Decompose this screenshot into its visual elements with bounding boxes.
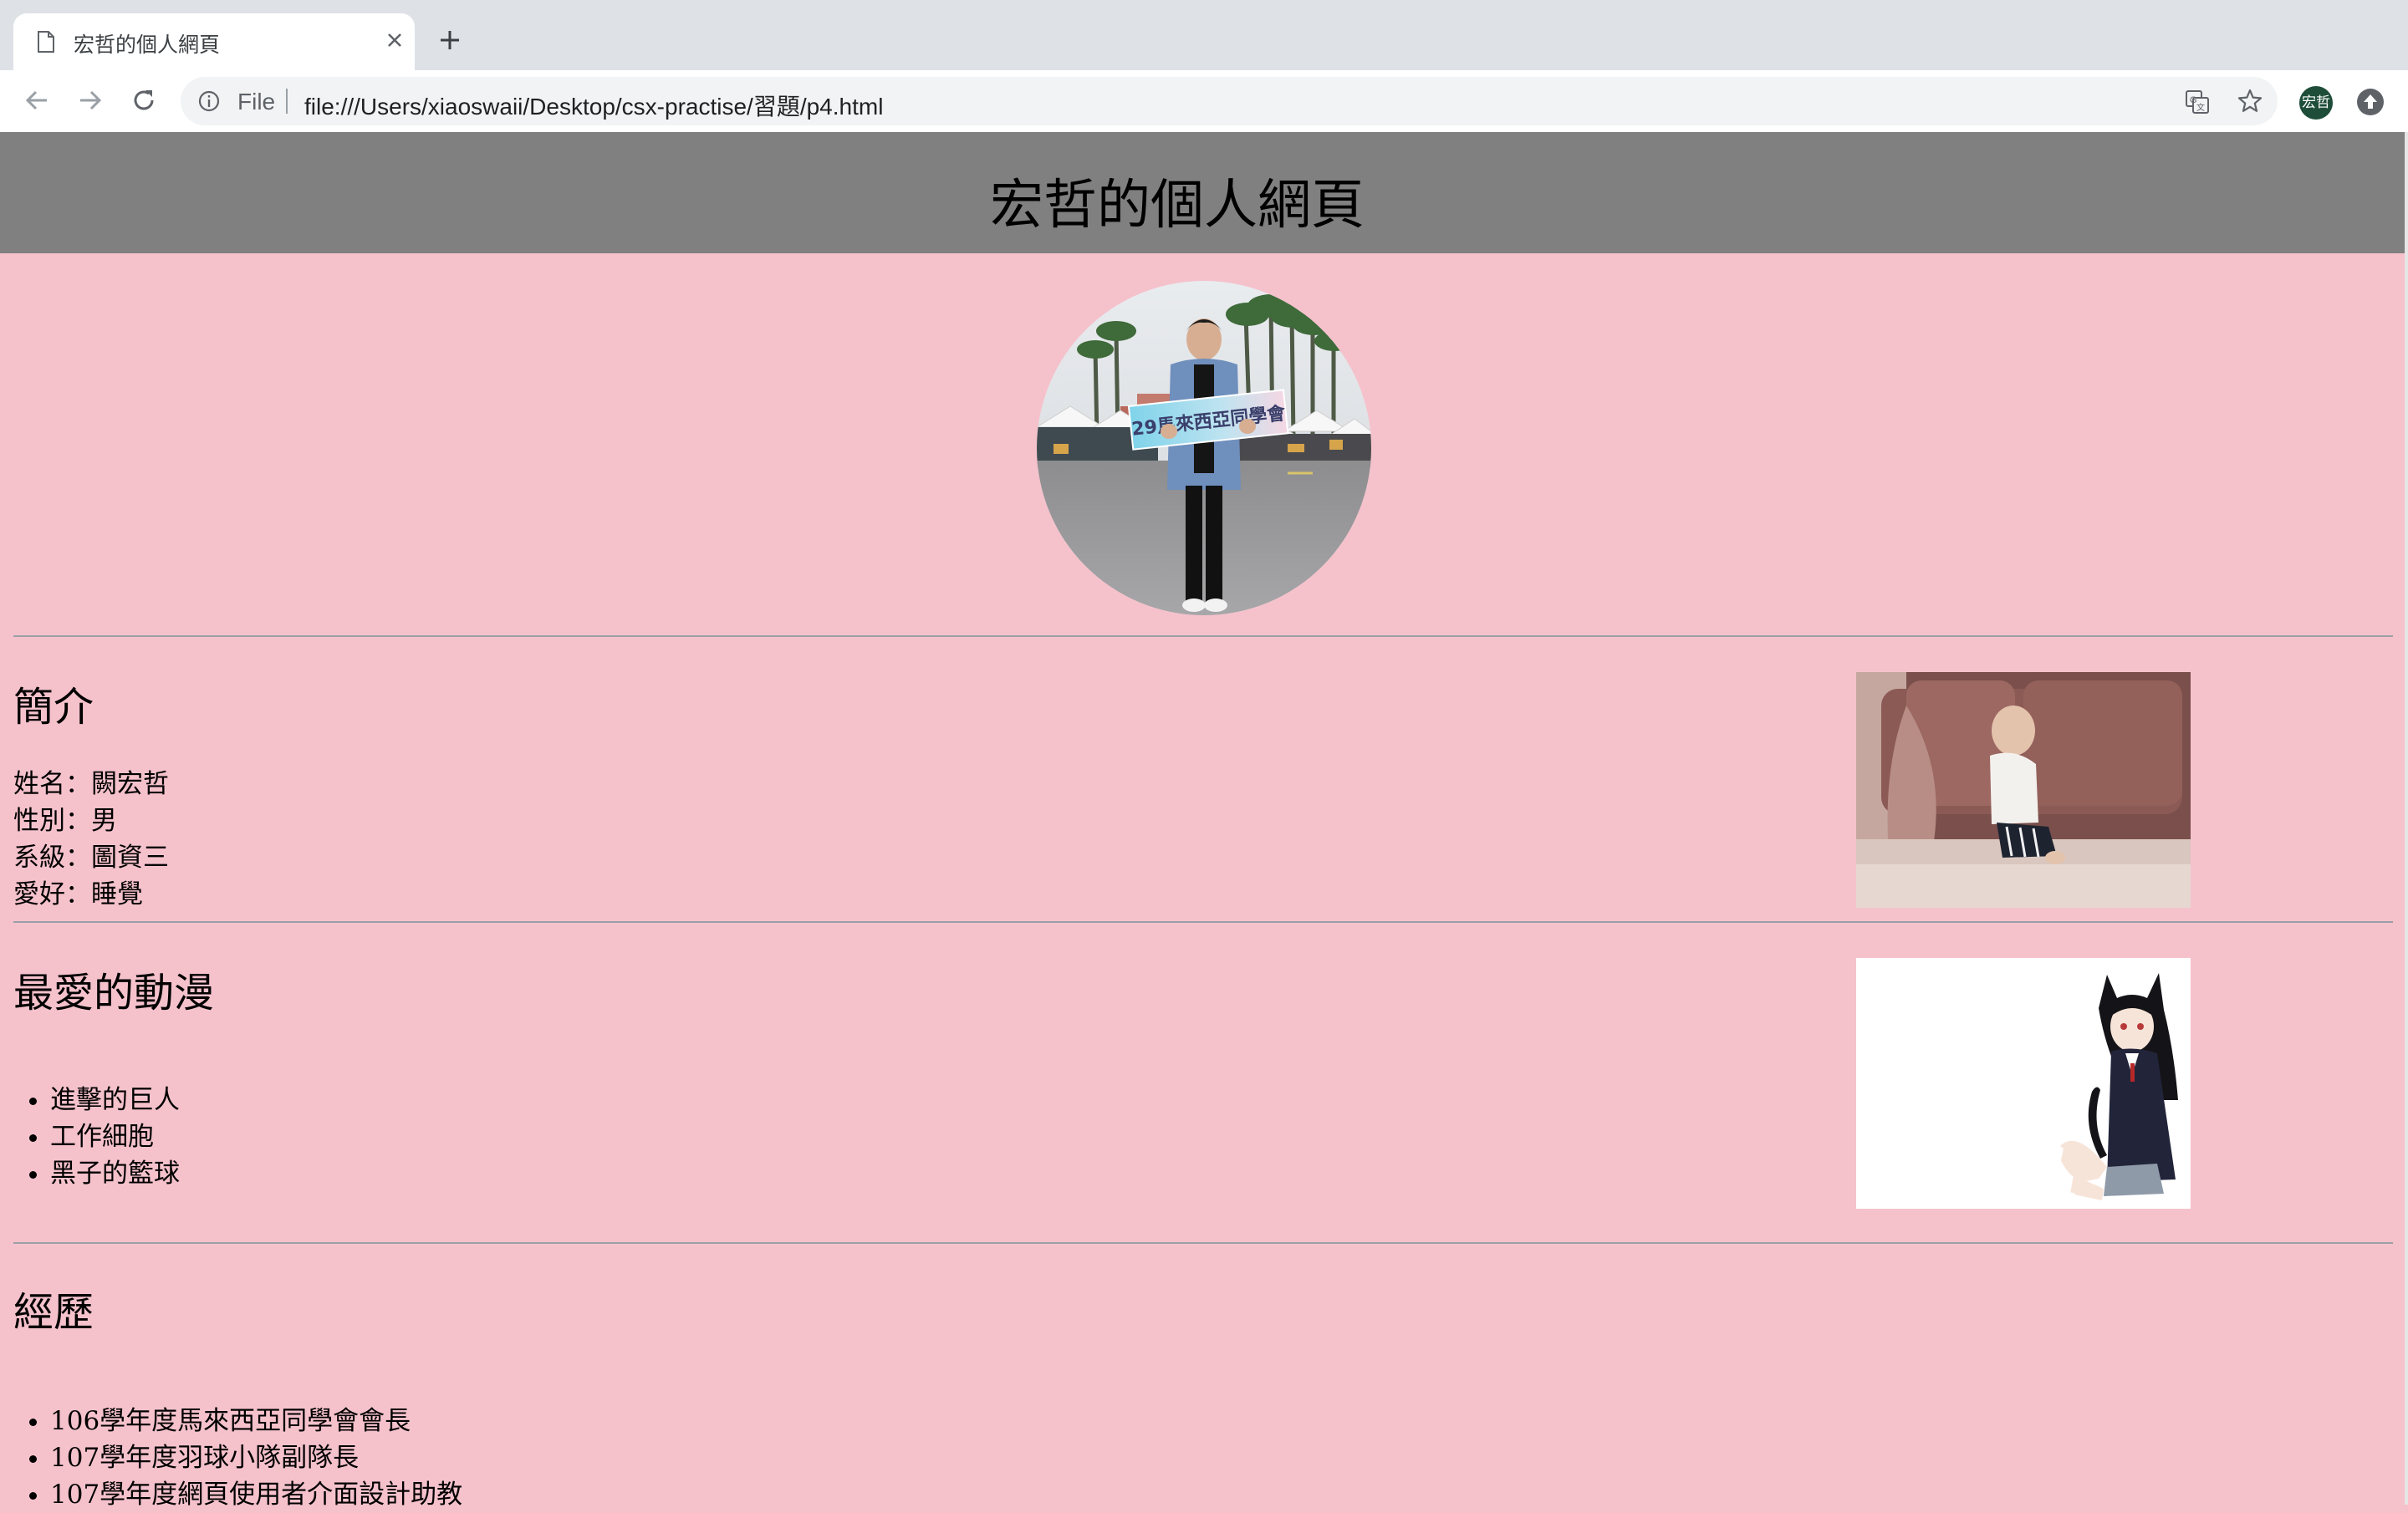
list-item: 106學年度馬來西亞同學會會長 xyxy=(50,1403,462,1439)
svg-text:文: 文 xyxy=(2196,102,2205,113)
divider xyxy=(13,921,2393,923)
browser-toolbar: File file:///Users/xiaoswaii/Desktop/csx… xyxy=(0,70,2408,133)
new-tab-icon[interactable] xyxy=(433,23,467,57)
tab-title: 宏哲的個人網頁 xyxy=(74,33,221,57)
profile-avatar[interactable]: 宏哲 xyxy=(2299,86,2333,120)
forward-arrow-icon[interactable] xyxy=(72,82,109,119)
page-header: 宏哲的個人網頁 xyxy=(0,132,2405,253)
baby-on-sofa-image xyxy=(1856,672,2191,908)
url-scheme-label: File xyxy=(237,89,276,115)
list-item: 工作細胞 xyxy=(50,1118,180,1155)
intro-name: 姓名：闕宏哲 xyxy=(13,769,169,799)
divider xyxy=(13,635,2393,637)
profile-photo: 29馬來西亞同學會 xyxy=(1037,281,1371,615)
omnibox-separator xyxy=(286,89,288,114)
intro-heading: 簡介 xyxy=(13,684,94,731)
address-bar[interactable]: File file:///Users/xiaoswaii/Desktop/csx… xyxy=(181,77,2278,125)
url-text[interactable]: file:///Users/xiaoswaii/Desktop/csx-prac… xyxy=(304,89,883,122)
list-item: 107學年度網頁使用者介面設計助教 xyxy=(50,1476,462,1513)
experience-list: 106學年度馬來西亞同學會會長 107學年度羽球小隊副隊長 107學年度網頁使用… xyxy=(0,1403,462,1513)
scrollbar-track[interactable] xyxy=(2405,132,2408,1505)
anime-character-image xyxy=(1856,958,2191,1209)
document-icon xyxy=(38,31,54,53)
bookmark-star-icon[interactable] xyxy=(2236,87,2264,115)
update-available-icon[interactable] xyxy=(2354,86,2386,118)
intro-department: 系級：圖資三 xyxy=(13,843,169,873)
anime-heading: 最愛的動漫 xyxy=(13,970,215,1016)
divider xyxy=(13,1242,2393,1244)
list-item: 黑子的籃球 xyxy=(50,1155,180,1192)
translate-icon[interactable]: G 文 xyxy=(2184,89,2211,115)
anime-list: 進擊的巨人 工作細胞 黑子的籃球 xyxy=(0,1082,180,1192)
list-item: 進擊的巨人 xyxy=(50,1082,180,1118)
page-title: 宏哲的個人網頁 xyxy=(990,175,1365,237)
close-tab-icon[interactable] xyxy=(378,23,411,57)
experience-heading: 經歷 xyxy=(13,1289,94,1336)
reload-icon[interactable] xyxy=(125,82,162,119)
tab-strip: 宏哲的個人網頁 xyxy=(0,0,2408,70)
list-item: 107學年度羽球小隊副隊長 xyxy=(50,1439,462,1476)
browser-tab[interactable]: 宏哲的個人網頁 xyxy=(13,13,415,70)
info-icon[interactable] xyxy=(197,89,221,113)
intro-gender: 性別：男 xyxy=(13,806,117,836)
back-arrow-icon[interactable] xyxy=(18,82,55,119)
intro-hobby: 愛好：睡覺 xyxy=(13,879,143,909)
